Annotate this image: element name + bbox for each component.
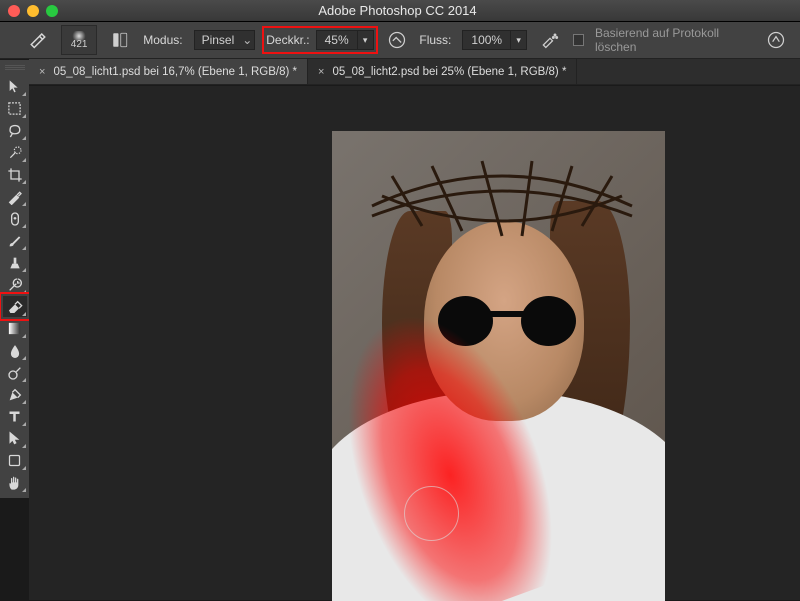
erase-history-checkbox[interactable] (573, 34, 584, 46)
opacity-input[interactable]: 45% (316, 30, 358, 50)
tools-panel (0, 60, 29, 498)
flow-group: 100% ▾ (462, 30, 527, 50)
dodge-tool[interactable] (3, 362, 27, 383)
options-bar: 421 Modus: Pinsel ⌄ Deckkr.: 45% ▾ Fluss… (0, 22, 800, 59)
gradient-tool[interactable] (3, 318, 27, 339)
close-tab-icon[interactable]: × (39, 66, 45, 78)
close-tab-icon[interactable]: × (318, 66, 324, 78)
mode-dropdown[interactable]: Pinsel ⌄ (194, 30, 256, 50)
document-area (29, 86, 800, 600)
eraser-tool[interactable] (3, 296, 27, 317)
panel-grip[interactable] (5, 65, 25, 71)
shape-tool[interactable] (3, 450, 27, 471)
title-bar: Adobe Photoshop CC 2014 (0, 0, 800, 22)
app-title: Adobe Photoshop CC 2014 (3, 3, 792, 18)
document-tab[interactable]: × 05_08_licht2.psd bei 25% (Ebene 1, RGB… (308, 59, 577, 84)
quick-select-tool[interactable] (3, 142, 27, 163)
document-tab[interactable]: × 05_08_licht1.psd bei 16,7% (Ebene 1, R… (29, 59, 308, 84)
opacity-group: Deckkr.: 45% ▾ (266, 30, 373, 50)
airbrush-toggle[interactable] (538, 27, 562, 53)
brush-cursor (404, 486, 459, 541)
healing-brush-tool[interactable] (3, 208, 27, 229)
type-tool[interactable] (3, 406, 27, 427)
path-select-tool[interactable] (3, 428, 27, 449)
chevron-down-icon: ⌄ (242, 33, 250, 47)
brush-preset-picker[interactable]: 421 (61, 25, 98, 55)
blur-tool[interactable] (3, 340, 27, 361)
tab-label: 05_08_licht1.psd bei 16,7% (Ebene 1, RGB… (53, 66, 297, 78)
flow-stepper[interactable]: ▾ (511, 30, 527, 50)
image-content (362, 136, 642, 256)
opacity-stepper[interactable]: ▾ (358, 30, 374, 50)
tablet-pressure-opacity[interactable] (385, 27, 409, 53)
pen-tool[interactable] (3, 384, 27, 405)
eyedropper-tool[interactable] (3, 186, 27, 207)
current-tool-preset[interactable] (26, 27, 50, 53)
mode-label: Modus: (143, 33, 182, 47)
history-brush-tool[interactable] (3, 274, 27, 295)
tab-label: 05_08_licht2.psd bei 25% (Ebene 1, RGB/8… (332, 66, 566, 78)
flow-label: Fluss: (419, 33, 451, 47)
crop-tool[interactable] (3, 164, 27, 185)
erase-history-label: Basierend auf Protokoll löschen (595, 26, 749, 54)
marquee-tool[interactable] (3, 98, 27, 119)
hand-tool[interactable] (3, 472, 27, 493)
lasso-tool[interactable] (3, 120, 27, 141)
document-tabs: × 05_08_licht1.psd bei 16,7% (Ebene 1, R… (29, 59, 800, 85)
opacity-label: Deckkr.: (266, 33, 309, 47)
clone-stamp-tool[interactable] (3, 252, 27, 273)
move-tool[interactable] (3, 76, 27, 97)
flow-input[interactable]: 100% (462, 30, 511, 50)
brush-panel-toggle[interactable] (108, 27, 132, 53)
brush-tool[interactable] (3, 230, 27, 251)
tablet-pressure-size[interactable] (764, 27, 788, 53)
canvas[interactable] (332, 131, 665, 601)
